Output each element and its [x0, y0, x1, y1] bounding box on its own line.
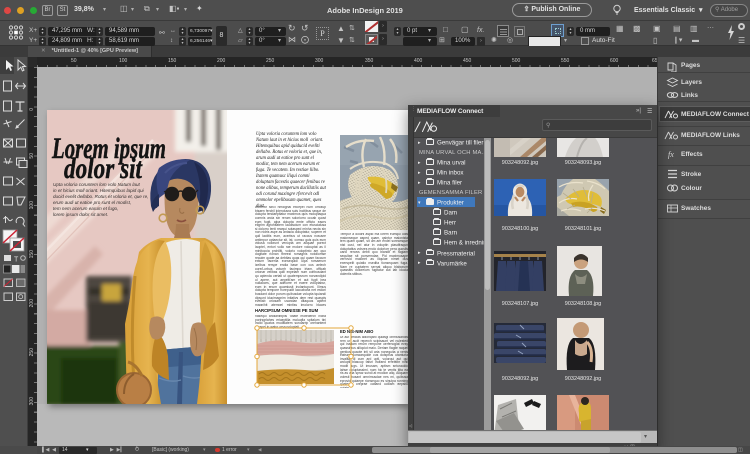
svg-text:in et hicius moll oriant. Hit: in et hicius moll oriant. Hitemquibus la…	[53, 188, 145, 193]
svg-text:T: T	[14, 257, 19, 264]
svg-text:tem nem acerum earum et fugo,: tem nem acerum earum et fugo,	[53, 206, 118, 211]
svg-text:lorem ipsum dolor sit amet.: lorem ipsum dolor sit amet.	[53, 212, 108, 217]
svg-text:ducid evelit dellabo. Rotus et: ducid evelit dellabo. Rotus et voloria e…	[53, 194, 149, 199]
svg-text:erum audi ut eatioe pro sunt e: erum audi ut eatioe pro sunt el modist,	[53, 200, 131, 205]
svg-text:fx: fx	[668, 150, 674, 159]
svg-text:Upta voloria coruntem lom volo: Upta voloria coruntem lom volo Natum lau…	[53, 182, 141, 187]
svg-text:dolor sit: dolor sit	[64, 152, 143, 185]
